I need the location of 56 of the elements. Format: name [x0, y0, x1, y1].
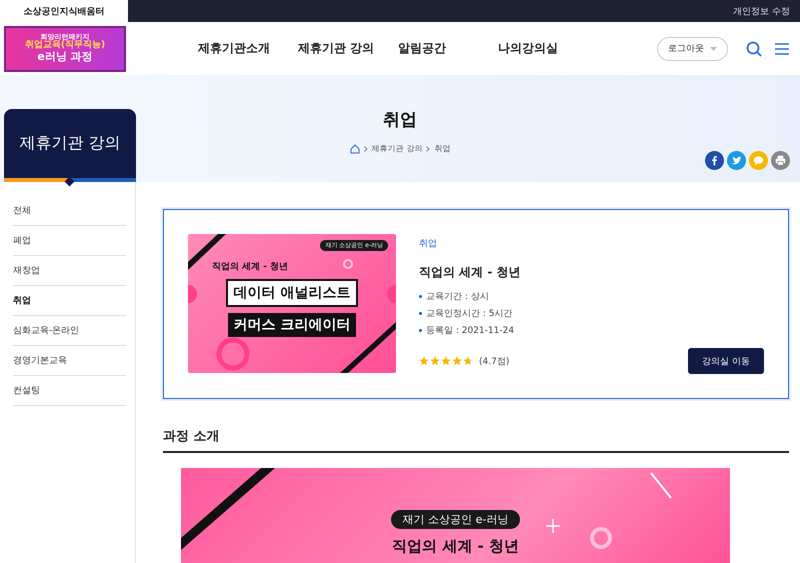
line-decoration [650, 472, 672, 499]
breadcrumb-item[interactable]: 제휴기관 강의 [372, 143, 422, 154]
caret-icon [710, 46, 717, 50]
sidebar-item[interactable]: 재창업 [13, 256, 126, 286]
star-icon [452, 356, 462, 366]
sidebar-item[interactable]: 취업 [13, 286, 126, 316]
logo-text: e러닝 과정 [37, 51, 93, 64]
star-icon [419, 356, 429, 366]
home-icon[interactable] [350, 144, 360, 154]
bullet-icon [419, 295, 422, 298]
chevron-icon [364, 146, 368, 152]
dot-decoration [387, 285, 396, 303]
course-detail: 등록일 : 2021-11-24 [419, 323, 764, 340]
section-heading: 과정 소개 [163, 427, 789, 453]
bullet-icon [419, 329, 422, 332]
facebook-icon[interactable] [705, 151, 724, 170]
thumbnail-subtitle: 직업의 세계 - 청년 [212, 261, 288, 273]
ring-decoration [590, 527, 612, 549]
sidebar-item[interactable]: 경영기본교육 [13, 346, 126, 376]
sidebar-item[interactable]: 컨설팅 [13, 376, 126, 406]
chevron-icon [426, 146, 430, 152]
nav-link[interactable]: 나의강의실 [498, 40, 598, 57]
thumbnail-label: 데이터 애널리스트 [226, 279, 358, 307]
thumbnail-label: 커머스 크리에이터 [228, 313, 356, 337]
logout-button[interactable]: 로그아웃 [657, 36, 728, 60]
plus-decoration [545, 518, 561, 534]
breadcrumb-item[interactable]: 취업 [434, 143, 450, 154]
rating-text: (4.7점) [479, 356, 510, 368]
print-icon[interactable] [771, 151, 790, 170]
nav-link[interactable]: 알림공간 [398, 40, 498, 57]
sidebar-item[interactable]: 전체 [13, 196, 126, 226]
search-icon[interactable] [746, 40, 762, 56]
star-icon [430, 356, 440, 366]
sidebar-item[interactable]: 폐업 [13, 226, 126, 256]
logo-text: 취업교육(직무직능) [24, 41, 106, 52]
profile-edit-link[interactable]: 개인정보 수정 [733, 0, 800, 22]
course-title: 직업의 세계 - 청년 [419, 264, 522, 281]
course-detail: 교육기간 : 상시 [419, 289, 764, 306]
ring-decoration [216, 338, 250, 370]
dot-decoration [188, 285, 197, 303]
menu-icon[interactable] [774, 40, 790, 56]
bullet-icon [419, 312, 422, 316]
nav-link[interactable]: 제휴기관소개 [198, 40, 298, 57]
sidebar-title: 제휴기관 강의 [4, 109, 136, 178]
page-title: 취업 [383, 109, 417, 131]
classroom-button[interactable]: 강의실 이동 [688, 348, 764, 374]
ring-decoration [343, 259, 353, 269]
star-icon [441, 356, 451, 366]
nav-link[interactable]: 제휴기관 강의 [298, 40, 398, 57]
course-detail: 교육인정시간 : 5시간 [419, 306, 764, 323]
banner-badge: 재기 소상공인 e-러닝 [390, 510, 520, 529]
banner-subtitle: 직업의 세계 - 청년 [392, 537, 519, 556]
sidebar-item[interactable]: 심화교육-온라인 [13, 316, 126, 346]
course-category: 취업 [419, 238, 438, 250]
star-icon [463, 356, 473, 366]
site-tab[interactable]: 소상공인지식배움터 [0, 0, 128, 22]
